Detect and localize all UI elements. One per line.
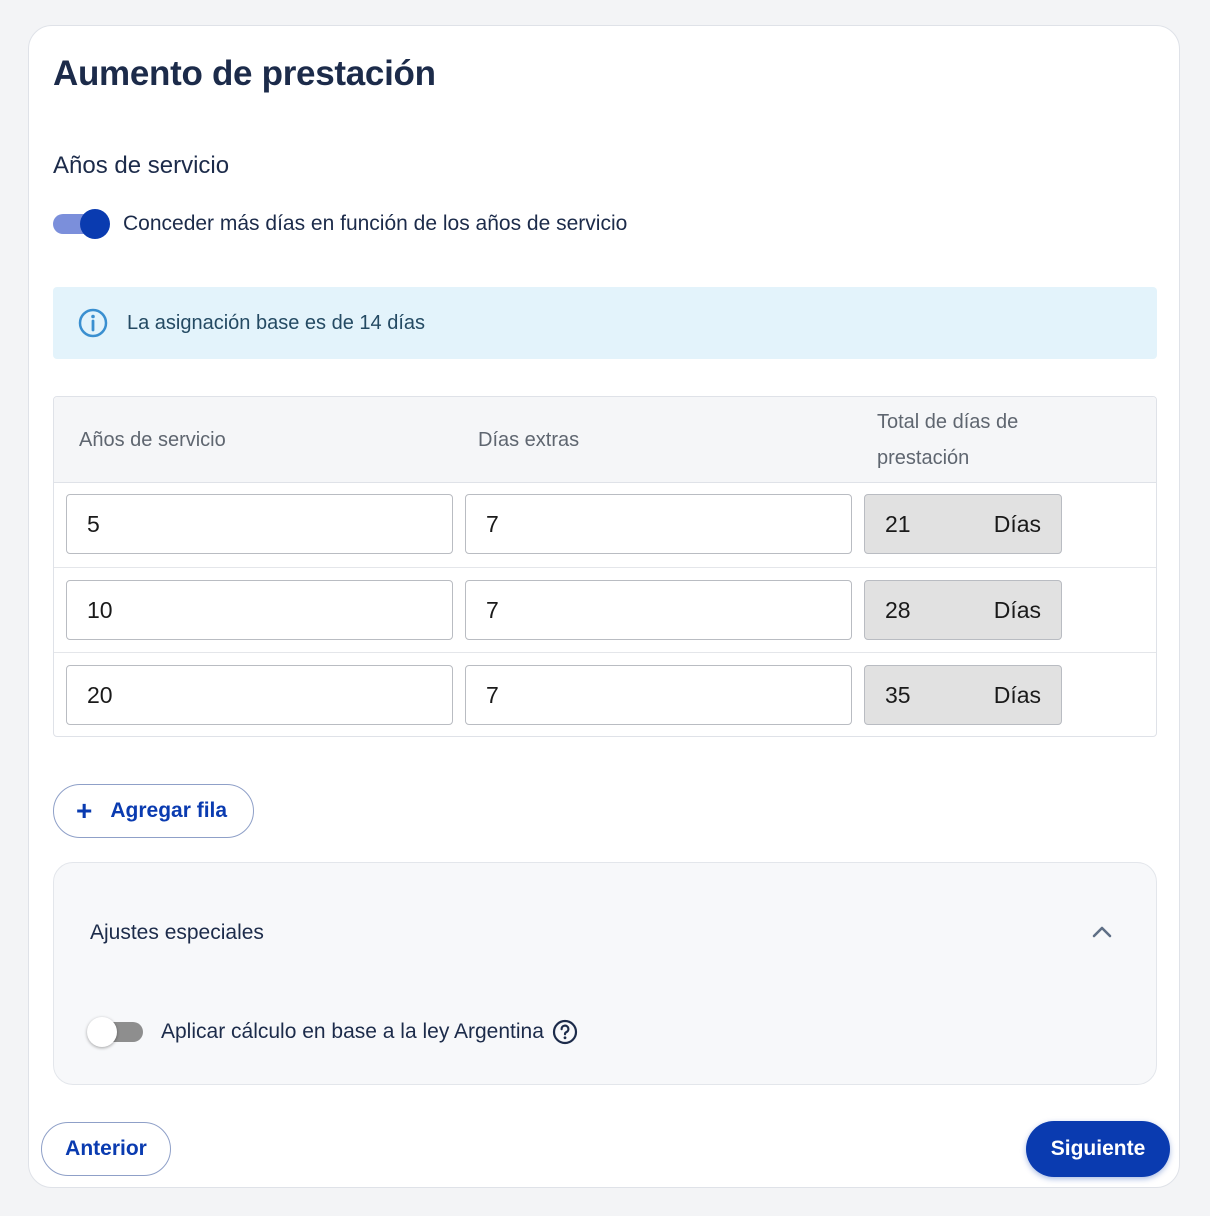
extra-days-input[interactable]: 7	[465, 580, 852, 640]
service-toggle[interactable]	[53, 206, 111, 242]
add-row-label: Agregar fila	[110, 799, 228, 822]
service-table: Años de servicio Días extras Total de dí…	[53, 396, 1157, 737]
add-row-button[interactable]: + Agregar fila	[53, 784, 254, 838]
argentina-law-label: Aplicar cálculo en base a la ley Argenti…	[161, 1020, 544, 1043]
info-text: La asignación base es de 14 días	[127, 311, 425, 334]
page-title: Aumento de prestación	[53, 54, 436, 93]
total-days-field: 21 Días	[864, 494, 1062, 554]
header-extra-days: Días extras	[478, 429, 580, 451]
previous-button[interactable]: Anterior	[41, 1122, 171, 1176]
total-days-unit: Días	[993, 597, 1041, 623]
table-row: 20 7 35 Días	[54, 652, 1156, 738]
service-toggle-label: Conceder más días en función de los años…	[123, 212, 628, 235]
section-title: Años de servicio	[53, 152, 230, 179]
extra-days-input[interactable]: 7	[465, 665, 852, 725]
special-settings-title: Ajustes especiales	[90, 921, 264, 944]
info-icon	[78, 308, 108, 338]
help-icon[interactable]	[552, 1019, 578, 1045]
table-row: 10 7 28 Días	[54, 567, 1156, 653]
total-days-value: 21	[885, 511, 911, 537]
total-days-value: 35	[885, 682, 911, 708]
total-days-unit: Días	[993, 511, 1041, 537]
extra-days-input[interactable]: 7	[465, 494, 852, 554]
years-input[interactable]: 10	[66, 580, 453, 640]
table-header: Años de servicio Días extras Total de dí…	[54, 397, 1156, 483]
plus-icon: +	[76, 795, 93, 826]
years-input[interactable]: 20	[66, 665, 453, 725]
header-years: Años de servicio	[79, 429, 226, 451]
total-days-value: 28	[885, 597, 911, 623]
info-banner: La asignación base es de 14 días	[53, 287, 1157, 359]
table-row: 5 7 21 Días	[54, 482, 1156, 567]
service-toggle-row: Conceder más días en función de los años…	[53, 206, 627, 242]
total-days-field: 35 Días	[864, 665, 1062, 725]
years-input[interactable]: 5	[66, 494, 453, 554]
toggle-thumb	[80, 209, 110, 239]
total-days-unit: Días	[993, 682, 1041, 708]
form-card: Aumento de prestación Años de servicio C…	[28, 25, 1180, 1188]
chevron-up-icon[interactable]	[1088, 921, 1116, 943]
header-total-days: Total de días de prestación	[877, 411, 1019, 469]
total-days-field: 28 Días	[864, 580, 1062, 640]
next-button[interactable]: Siguiente	[1026, 1121, 1170, 1177]
argentina-law-toggle-row: Aplicar cálculo en base a la ley Argenti…	[87, 1014, 578, 1050]
argentina-law-toggle[interactable]	[87, 1014, 145, 1050]
special-settings-panel: Ajustes especiales Aplicar cálculo en ba…	[53, 862, 1157, 1085]
toggle-thumb	[87, 1017, 117, 1047]
